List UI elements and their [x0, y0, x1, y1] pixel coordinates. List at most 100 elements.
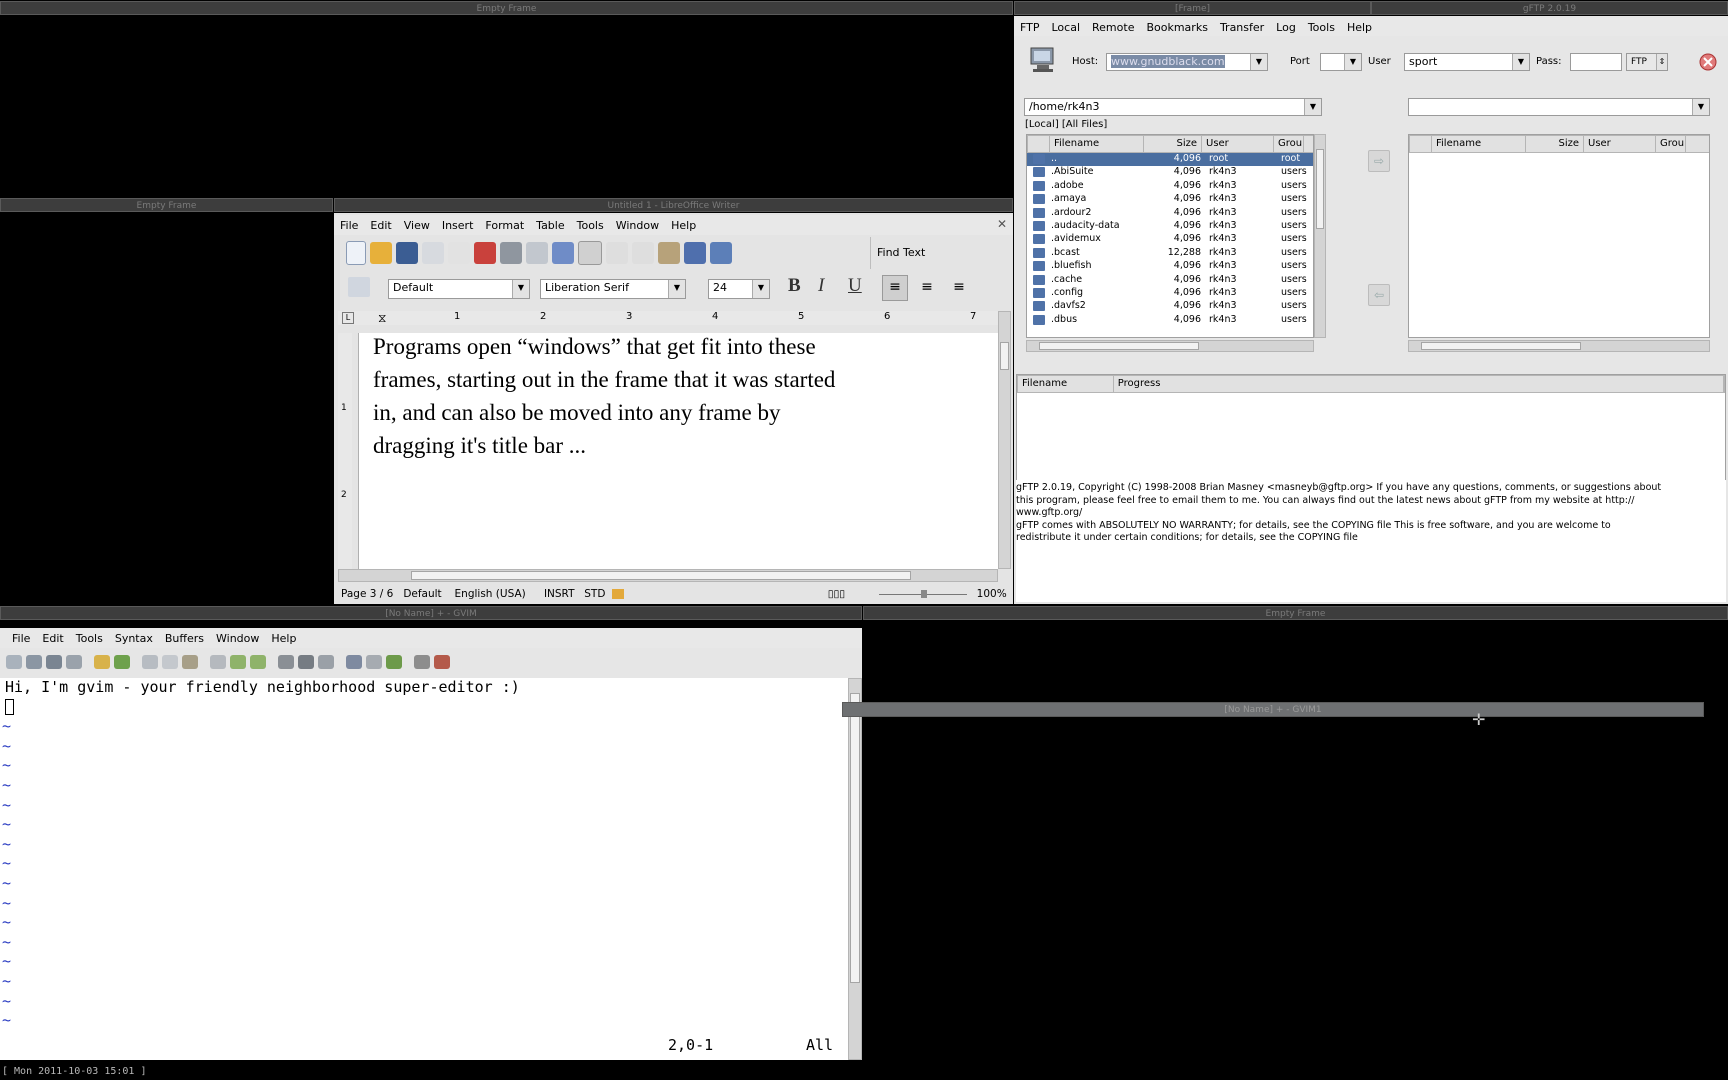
- transfer-header-filename[interactable]: Filename: [1018, 376, 1114, 392]
- gvim-menu-tools[interactable]: Tools: [70, 632, 109, 645]
- styles-icon[interactable]: [348, 277, 370, 297]
- find-next-icon[interactable]: [230, 655, 246, 669]
- align-right-icon[interactable]: ≡: [946, 275, 972, 301]
- disconnect-icon[interactable]: [1698, 52, 1718, 72]
- undo-icon[interactable]: [710, 242, 732, 264]
- font-size-box[interactable]: 24 ▼: [708, 279, 770, 299]
- writer-menu-file[interactable]: File: [334, 219, 364, 232]
- transfer-header-progress[interactable]: Progress: [1114, 376, 1724, 392]
- frame-title-mid-left[interactable]: Empty Frame: [0, 198, 333, 212]
- gftp-menu-help[interactable]: Help: [1341, 21, 1378, 34]
- insert-mode-status[interactable]: INSRT: [540, 585, 580, 604]
- remote-header-icon-col[interactable]: [1410, 136, 1432, 152]
- gftp-menu-bookmarks[interactable]: Bookmarks: [1140, 21, 1213, 34]
- gftp-menu-remote[interactable]: Remote: [1086, 21, 1140, 34]
- tag-jump-icon[interactable]: [414, 655, 430, 669]
- gvim-menu-window[interactable]: Window: [210, 632, 265, 645]
- protocol-spin-icon[interactable]: ⇕: [1656, 54, 1667, 70]
- port-dropdown-icon[interactable]: ▼: [1344, 54, 1361, 70]
- local-path-dropdown-icon[interactable]: ▼: [1304, 99, 1321, 115]
- paragraph-style-box[interactable]: Default ▼: [388, 279, 530, 299]
- local-file-row[interactable]: .AbiSuite 4,096 rk4n3 users: [1027, 166, 1313, 179]
- help-icon[interactable]: [434, 655, 450, 669]
- open-folder-icon[interactable]: [370, 242, 392, 264]
- remote-path-field[interactable]: ▼: [1408, 98, 1710, 116]
- find-prev-icon[interactable]: [250, 655, 266, 669]
- page-style-status[interactable]: Default: [397, 585, 450, 604]
- zoom-percent[interactable]: 100%: [977, 585, 1013, 604]
- gvim-menu-help[interactable]: Help: [265, 632, 302, 645]
- local-file-row[interactable]: .bcast 12,288 rk4n3 users: [1027, 247, 1313, 260]
- spellcheck-icon[interactable]: [552, 242, 574, 264]
- ctags-icon[interactable]: [386, 655, 402, 669]
- open-icon[interactable]: [6, 655, 22, 669]
- local-file-row[interactable]: .davfs2 4,096 rk4n3 users: [1027, 300, 1313, 313]
- remote-hscrollbar[interactable]: [1408, 340, 1710, 352]
- writer-vscrollbar[interactable]: [998, 311, 1011, 569]
- make-icon[interactable]: [346, 655, 362, 669]
- paragraph-style-dropdown-icon[interactable]: ▼: [512, 280, 529, 298]
- underline-button[interactable]: U: [848, 275, 862, 297]
- local-vscrollbar[interactable]: [1314, 134, 1326, 338]
- connect-icon[interactable]: [1028, 44, 1058, 74]
- remote-path-dropdown-icon[interactable]: ▼: [1692, 99, 1709, 115]
- paste-icon[interactable]: [182, 655, 198, 669]
- gftp-menu-transfer[interactable]: Transfer: [1214, 21, 1270, 34]
- replace-icon[interactable]: [210, 655, 226, 669]
- writer-close-icon[interactable]: ✕: [997, 217, 1007, 231]
- gvim-menu-syntax[interactable]: Syntax: [109, 632, 159, 645]
- document-text[interactable]: Programs open “windows” that get fit int…: [373, 330, 835, 462]
- local-file-row[interactable]: .audacity-data 4,096 rk4n3 users: [1027, 220, 1313, 233]
- align-center-icon[interactable]: ≡: [914, 275, 940, 301]
- font-size-dropdown-icon[interactable]: ▼: [752, 280, 769, 298]
- frame-title-top-right[interactable]: [Frame]: [1014, 1, 1371, 15]
- dragging-window-titlebar[interactable]: [No Name] + - GVIM1: [842, 702, 1704, 717]
- new-document-icon[interactable]: [346, 241, 366, 265]
- gftp-menu-ftp[interactable]: FTP: [1014, 21, 1046, 34]
- frame-title-top-left[interactable]: Empty Frame: [0, 1, 1013, 15]
- save-icon[interactable]: [396, 242, 418, 264]
- tab-stop-icon[interactable]: L: [342, 312, 354, 324]
- user-dropdown-icon[interactable]: ▼: [1512, 54, 1529, 70]
- view-layout-icon[interactable]: ▯▯▯: [828, 585, 870, 604]
- language-status[interactable]: English (USA): [451, 585, 540, 604]
- redo-icon[interactable]: [114, 655, 130, 669]
- shell-icon[interactable]: [366, 655, 382, 669]
- selection-mode-status[interactable]: STD: [580, 585, 611, 604]
- gvim-menu-buffers[interactable]: Buffers: [159, 632, 210, 645]
- paste-icon[interactable]: [658, 242, 680, 264]
- run-script-icon[interactable]: [318, 655, 334, 669]
- frame-title-bottom-right[interactable]: Empty Frame: [863, 606, 1728, 620]
- upload-arrow-icon[interactable]: ⇨: [1368, 150, 1390, 172]
- local-file-row[interactable]: .ardour2 4,096 rk4n3 users: [1027, 207, 1313, 220]
- local-file-row[interactable]: .amaya 4,096 rk4n3 users: [1027, 193, 1313, 206]
- writer-menu-help[interactable]: Help: [665, 219, 702, 232]
- local-header-group[interactable]: Grou: [1274, 136, 1304, 152]
- frame-title-gftp[interactable]: gFTP 2.0.19: [1371, 1, 1728, 15]
- font-name-box[interactable]: Liberation Serif ▼: [540, 279, 686, 299]
- local-header-filename[interactable]: Filename: [1050, 136, 1144, 152]
- gftp-menu-log[interactable]: Log: [1270, 21, 1302, 34]
- local-file-row[interactable]: .config 4,096 rk4n3 users: [1027, 287, 1313, 300]
- gftp-menu-local[interactable]: Local: [1046, 21, 1087, 34]
- pass-field[interactable]: [1570, 53, 1622, 71]
- page-count-status[interactable]: Page 3 / 6: [334, 585, 397, 604]
- writer-menu-insert[interactable]: Insert: [436, 219, 480, 232]
- print-preview-icon[interactable]: [526, 242, 548, 264]
- remote-header-user[interactable]: User: [1584, 136, 1656, 152]
- writer-menu-edit[interactable]: Edit: [364, 219, 397, 232]
- local-path-field[interactable]: /home/rk4n3 ▼: [1024, 98, 1322, 116]
- local-header-icon-col[interactable]: [1028, 136, 1050, 152]
- writer-menu-format[interactable]: Format: [479, 219, 530, 232]
- indent-marker-icon[interactable]: ⧖: [378, 311, 386, 326]
- document-page[interactable]: Programs open “windows” that get fit int…: [358, 333, 999, 569]
- bold-button[interactable]: B: [788, 275, 801, 297]
- save-icon[interactable]: [26, 655, 42, 669]
- remote-header-size[interactable]: Size: [1526, 136, 1584, 152]
- host-field[interactable]: www.gnudblack.com ▼: [1106, 53, 1268, 71]
- save-all-icon[interactable]: [46, 655, 62, 669]
- zoom-slider[interactable]: [869, 585, 976, 604]
- frame-title-gvim[interactable]: [No Name] + - GVIM: [0, 606, 862, 620]
- save-session-icon[interactable]: [298, 655, 314, 669]
- user-field[interactable]: sport ▼: [1404, 53, 1530, 71]
